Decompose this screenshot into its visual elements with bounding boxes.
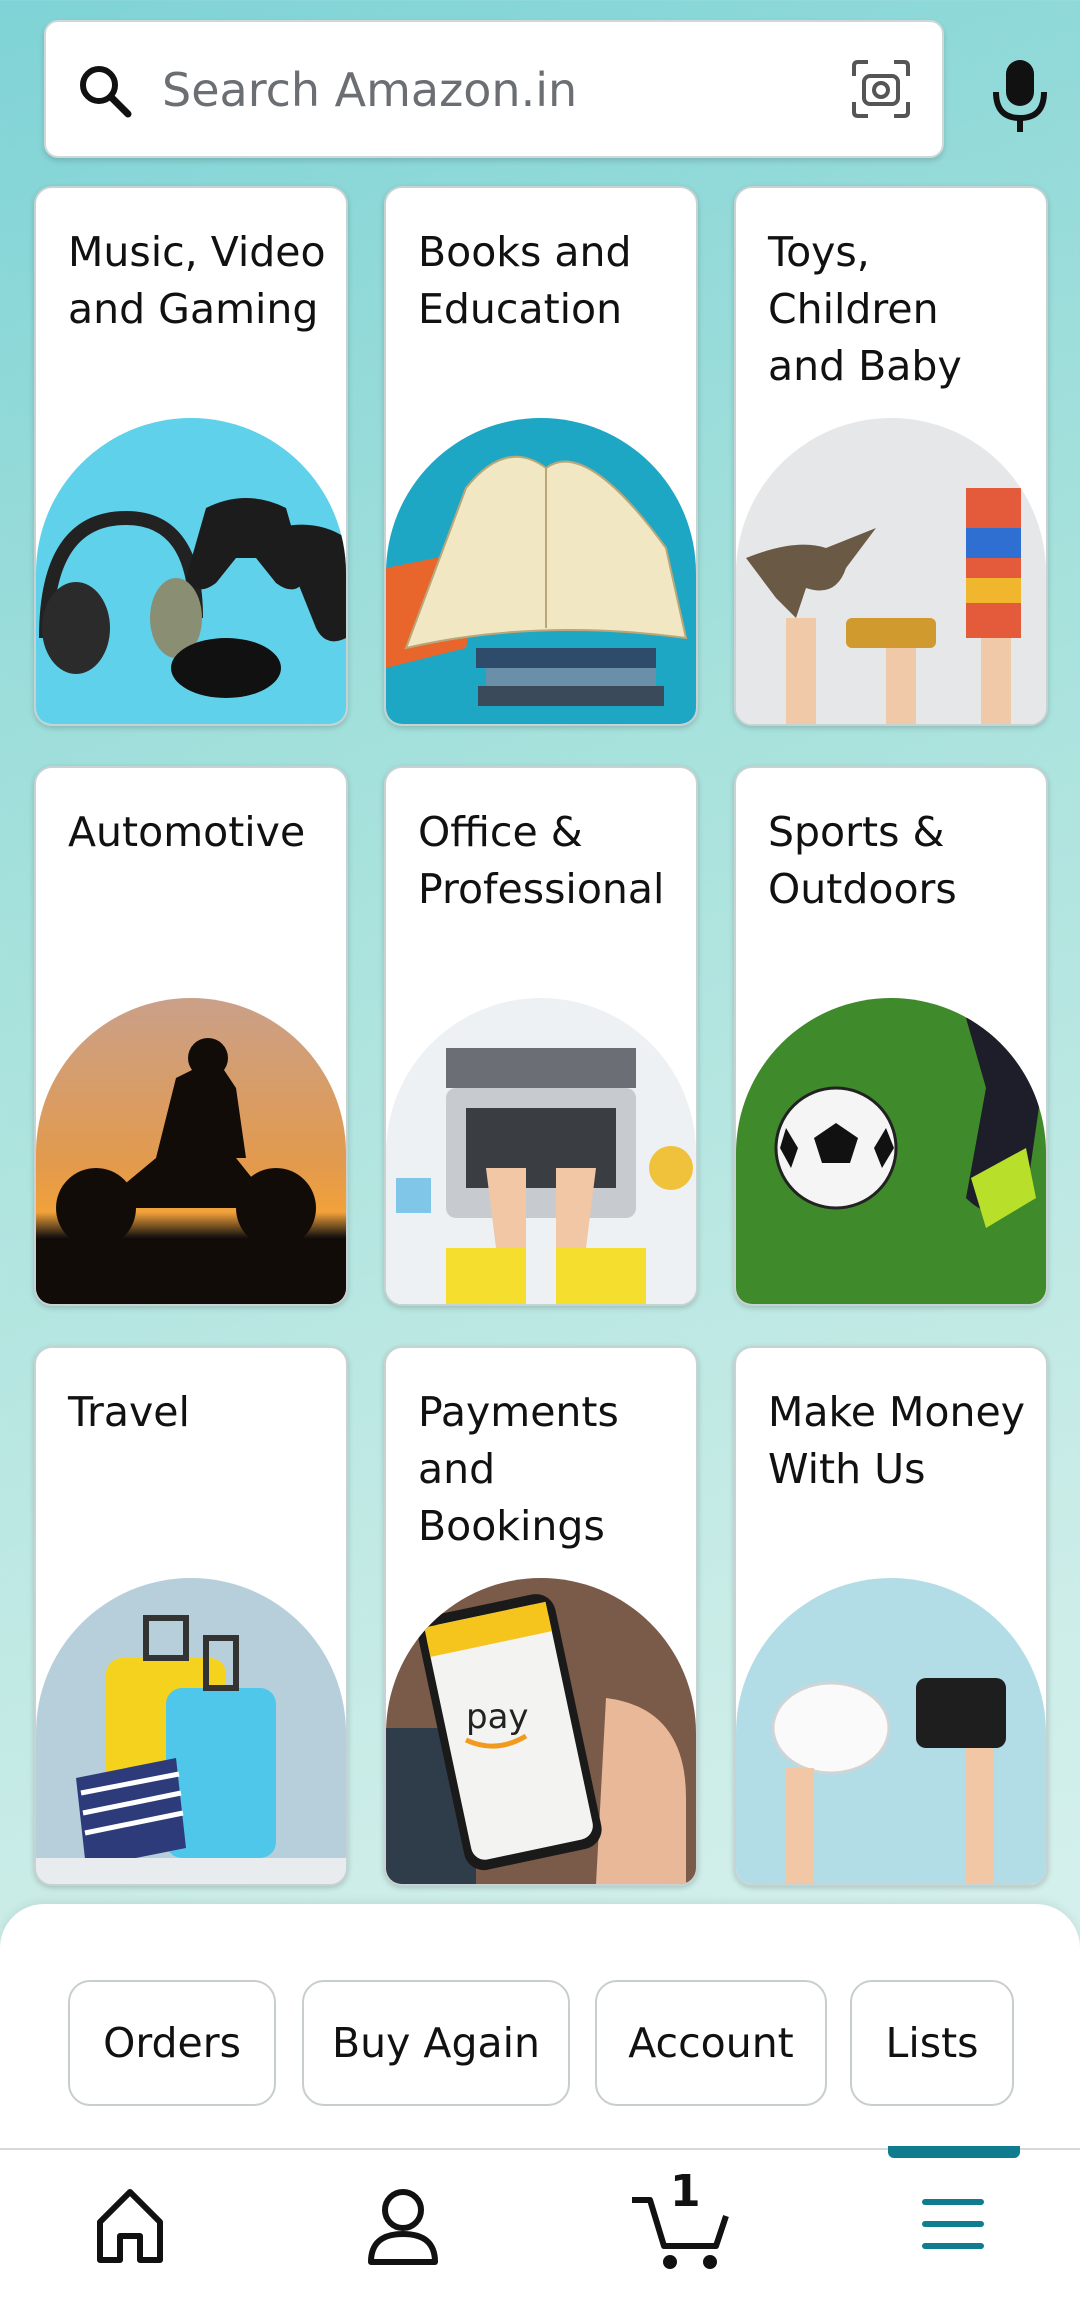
nav-menu[interactable] [893,2172,1013,2272]
lists-button[interactable]: Lists [850,1980,1014,2106]
home-icon [97,2189,163,2263]
category-card-payments-bookings[interactable]: Payments and Bookings pay [384,1346,698,1886]
account-icon [368,2189,438,2265]
travel-image [36,1578,346,1884]
category-title: Automotive [68,808,306,856]
category-card-travel[interactable]: Travel [34,1346,348,1886]
sports-image [736,998,1046,1304]
category-card-music-video-gaming[interactable]: Music, Video and Gaming [34,186,348,726]
buy-again-button[interactable]: Buy Again [302,1980,570,2106]
search-row: Search Amazon.in [44,20,1047,158]
category-title: Payments and Bookings [418,1388,619,1550]
bottom-navigation: 1 [0,2146,1080,2302]
camera-scan-icon[interactable] [850,58,912,120]
category-title: Office & Professional [418,808,665,913]
make-money-image [736,1578,1046,1884]
nav-account[interactable] [343,2172,463,2272]
category-title: Books and Education [418,228,632,333]
category-card-toys-children-baby[interactable]: Toys, Children and Baby [734,186,1048,726]
music-gaming-image [36,418,346,724]
account-button[interactable]: Account [595,1980,827,2106]
cart-count-badge: 1 [670,2166,701,2217]
office-image [386,998,696,1304]
search-input[interactable]: Search Amazon.in [162,60,577,120]
automotive-image [36,998,346,1304]
category-title: Sports & Outdoors [768,808,957,913]
category-title: Toys, Children and Baby [768,228,962,390]
orders-button[interactable]: Orders [68,1980,276,2106]
category-title: Music, Video and Gaming [68,228,326,333]
category-card-books-education[interactable]: Books and Education [384,186,698,726]
category-title: Make Money With Us [768,1388,1025,1493]
search-box[interactable]: Search Amazon.in [44,20,944,158]
payments-image: pay [386,1578,696,1884]
nav-cart[interactable]: 1 [620,2166,740,2272]
pay-logo-text: pay [466,1697,529,1737]
search-icon [80,66,132,118]
microphone-icon[interactable] [988,56,1052,136]
category-card-sports-outdoors[interactable]: Sports & Outdoors [734,766,1048,1306]
menu-icon [922,2199,984,2249]
nav-home[interactable] [70,2172,190,2272]
toys-image [736,418,1046,724]
category-card-make-money[interactable]: Make Money With Us [734,1346,1048,1886]
category-title: Travel [68,1388,190,1436]
category-card-office-professional[interactable]: Office & Professional [384,766,698,1306]
category-card-automotive[interactable]: Automotive [34,766,348,1306]
books-image [386,418,696,724]
active-tab-indicator [888,2146,1020,2158]
quick-links-sheet: Orders Buy Again Account Lists [0,1904,1080,2148]
